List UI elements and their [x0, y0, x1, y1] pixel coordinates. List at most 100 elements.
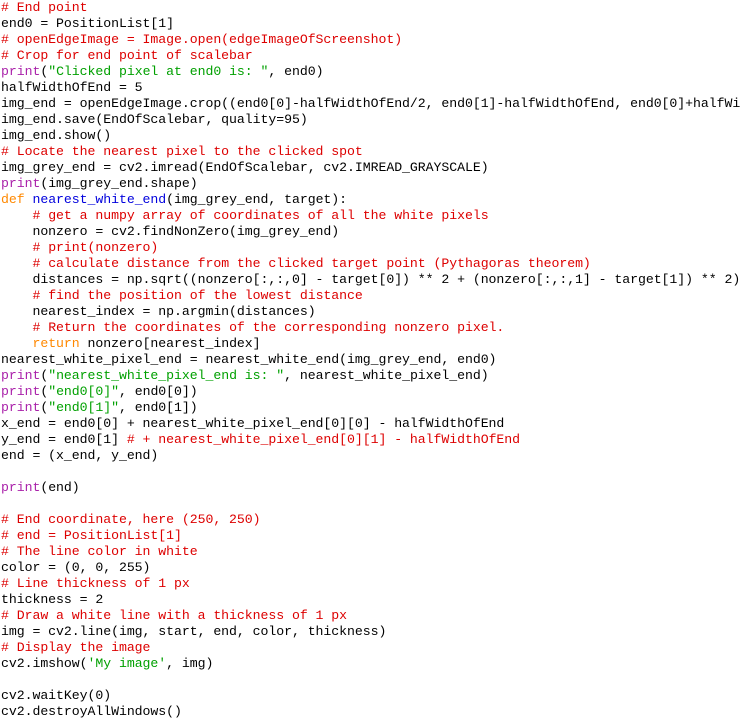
code-line[interactable]: # print(nonzero) — [0, 240, 755, 256]
code-token-comment: # End coordinate, here (250, 250) — [1, 512, 261, 527]
code-token-comment: # find the position of the lowest distan… — [32, 288, 363, 303]
code-token-builtin: print — [1, 176, 41, 191]
code-token-builtin: print — [1, 64, 41, 79]
code-token-plain: nearest_index = np.argmin(distances) — [1, 304, 316, 319]
code-token-plain: img_end.save(EndOfScalebar, quality=95) — [1, 112, 308, 127]
code-token-comment: # get a numpy array of coordinates of al… — [32, 208, 489, 223]
code-token-keyword: def — [1, 192, 25, 207]
code-token-func: nearest_white_end — [32, 192, 167, 207]
code-token-plain: y_end = end0[1] — [1, 432, 127, 447]
code-line[interactable]: img_end = openEdgeImage.crop((end0[0]-ha… — [0, 96, 755, 112]
code-token-builtin: print — [1, 400, 41, 415]
code-token-comment: # Return the coordinates of the correspo… — [32, 320, 505, 335]
code-line[interactable]: # End coordinate, here (250, 250) — [0, 512, 755, 528]
code-token-plain: , end0[1]) — [118, 400, 198, 415]
code-token-plain: color = (0, 0, 255) — [1, 560, 151, 575]
code-token-comment: # Display the image — [1, 640, 151, 655]
code-token-plain: nearest_white_pixel_end = nearest_white_… — [1, 352, 497, 367]
code-token-builtin: print — [1, 480, 41, 495]
code-token-comment: # Locate the nearest pixel to the clicke… — [1, 144, 363, 159]
code-token-plain: x_end = end0[0] + nearest_white_pixel_en… — [1, 416, 505, 431]
code-token-plain: end = (x_end, y_end) — [1, 448, 159, 463]
code-token-string: "end0[1]" — [48, 400, 119, 415]
code-token-comment: # Crop for end point of scalebar — [1, 48, 253, 63]
code-line[interactable]: color = (0, 0, 255) — [0, 560, 755, 576]
code-line[interactable]: # openEdgeImage = Image.open(edgeImageOf… — [0, 32, 755, 48]
code-line[interactable]: print("Clicked pixel at end0 is: ", end0… — [0, 64, 755, 80]
code-token-string: "nearest_white_pixel_end is: " — [48, 368, 285, 383]
code-line[interactable]: nearest_white_pixel_end = nearest_white_… — [0, 352, 755, 368]
code-line[interactable]: print(img_grey_end.shape) — [0, 176, 755, 192]
code-line[interactable]: img_end.show() — [0, 128, 755, 144]
code-line[interactable]: # end = PositionList[1] — [0, 528, 755, 544]
code-line[interactable]: print("end0[0]", end0[0]) — [0, 384, 755, 400]
code-line[interactable]: img = cv2.line(img, start, end, color, t… — [0, 624, 755, 640]
code-token-plain: (end) — [40, 480, 80, 495]
code-line[interactable]: print("end0[1]", end0[1]) — [0, 400, 755, 416]
code-token-comment: # calculate distance from the clicked ta… — [32, 256, 591, 271]
code-line[interactable]: img_grey_end = cv2.imread(EndOfScalebar,… — [0, 160, 755, 176]
code-line[interactable]: img_end.save(EndOfScalebar, quality=95) — [0, 112, 755, 128]
code-token-plain: nonzero = cv2.findNonZero(img_grey_end) — [1, 224, 340, 239]
code-line[interactable]: cv2.waitKey(0) — [0, 688, 755, 704]
code-token-plain: halfWidthOfEnd = 5 — [1, 80, 143, 95]
code-token-string: 'My image' — [87, 656, 167, 671]
code-line[interactable]: end = (x_end, y_end) — [0, 448, 755, 464]
code-token-plain: , nearest_white_pixel_end) — [284, 368, 489, 383]
code-token-plain: , end0[0]) — [118, 384, 198, 399]
code-line[interactable]: # Locate the nearest pixel to the clicke… — [0, 144, 755, 160]
code-line[interactable]: # calculate distance from the clicked ta… — [0, 256, 755, 272]
code-line[interactable]: nonzero = cv2.findNonZero(img_grey_end) — [0, 224, 755, 240]
code-token-plain: distances = np.sqrt((nonzero[:,:,0] - ta… — [1, 272, 741, 287]
code-token-builtin: print — [1, 384, 41, 399]
code-line[interactable] — [0, 672, 755, 688]
code-token-comment: # Draw a white line with a thickness of … — [1, 608, 348, 623]
code-line[interactable]: thickness = 2 — [0, 592, 755, 608]
code-token-comment: # The line color in white — [1, 544, 198, 559]
code-line[interactable]: # Return the coordinates of the correspo… — [0, 320, 755, 336]
code-token-comment: # End point — [1, 0, 88, 15]
code-line[interactable]: def nearest_white_end(img_grey_end, targ… — [0, 192, 755, 208]
code-token-plain: img_end.show() — [1, 128, 112, 143]
code-token-plain: cv2.imshow( — [1, 656, 88, 671]
code-line[interactable] — [0, 496, 755, 512]
code-token-plain: (img_grey_end.shape) — [40, 176, 198, 191]
code-line[interactable]: # Crop for end point of scalebar — [0, 48, 755, 64]
code-line[interactable]: y_end = end0[1] # + nearest_white_pixel_… — [0, 432, 755, 448]
code-token-comment: # Line thickness of 1 px — [1, 576, 190, 591]
code-line[interactable]: end0 = PositionList[1] — [0, 16, 755, 32]
code-line[interactable]: x_end = end0[0] + nearest_white_pixel_en… — [0, 416, 755, 432]
code-listing[interactable]: # End point end0 = PositionList[1] # openE… — [0, 0, 755, 721]
code-line[interactable]: # End point — [0, 0, 755, 16]
code-line[interactable]: # find the position of the lowest distan… — [0, 288, 755, 304]
code-line[interactable]: # Display the image — [0, 640, 755, 656]
code-line[interactable]: halfWidthOfEnd = 5 — [0, 80, 755, 96]
code-line[interactable]: print(end) — [0, 480, 755, 496]
code-line[interactable]: # Line thickness of 1 px — [0, 576, 755, 592]
code-line[interactable]: nearest_index = np.argmin(distances) — [0, 304, 755, 320]
code-line[interactable]: distances = np.sqrt((nonzero[:,:,0] - ta… — [0, 272, 755, 288]
code-token-comment: # print(nonzero) — [32, 240, 159, 255]
code-token-plain: img = cv2.line(img, start, end, color, t… — [1, 624, 387, 639]
code-token-comment: # + nearest_white_pixel_end[0][1] - half… — [126, 432, 521, 447]
code-token-comment: # openEdgeImage = Image.open(edgeImageOf… — [1, 32, 403, 47]
code-line[interactable]: print("nearest_white_pixel_end is: ", ne… — [0, 368, 755, 384]
code-line[interactable] — [0, 464, 755, 480]
code-line[interactable]: cv2.destroyAllWindows() — [0, 704, 755, 720]
code-line[interactable]: return nonzero[nearest_index] — [0, 336, 755, 352]
code-token-keyword: return — [32, 336, 80, 351]
code-line[interactable]: # The line color in white — [0, 544, 755, 560]
code-token-plain: cv2.waitKey(0) — [1, 688, 112, 703]
code-token-plain: , img) — [166, 656, 214, 671]
code-token-string: "Clicked pixel at end0 is: " — [48, 64, 269, 79]
code-line[interactable]: cv2.imshow('My image', img) — [0, 656, 755, 672]
code-line[interactable]: # Draw a white line with a thickness of … — [0, 608, 755, 624]
code-line[interactable]: # get a numpy array of coordinates of al… — [0, 208, 755, 224]
code-token-plain: thickness = 2 — [1, 592, 104, 607]
code-token-plain: (img_grey_end, target): — [166, 192, 348, 207]
